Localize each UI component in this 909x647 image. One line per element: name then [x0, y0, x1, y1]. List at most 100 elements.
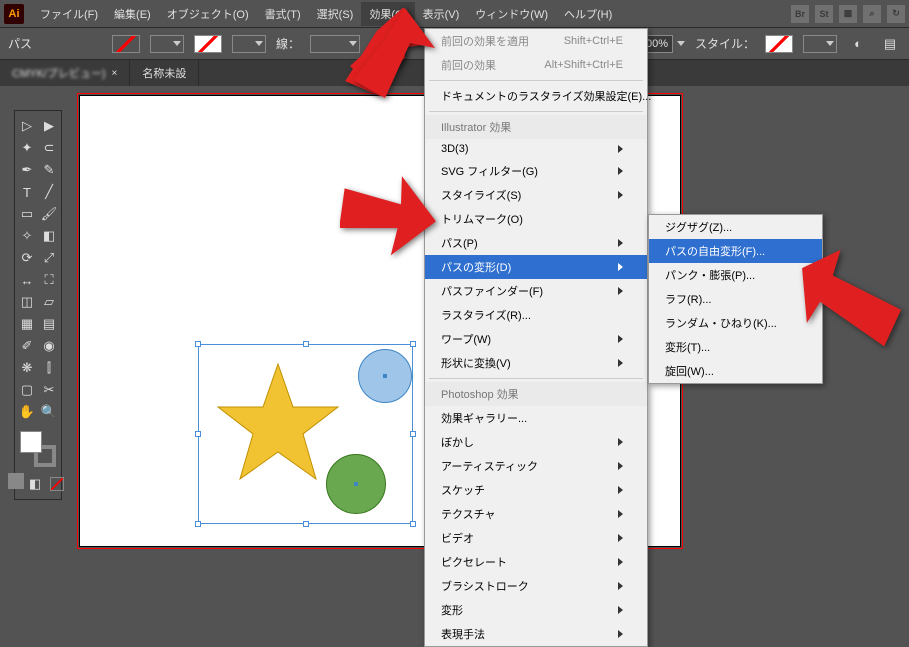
opacity-dropdown-icon[interactable]	[677, 41, 685, 46]
stock-icon[interactable]: St	[815, 5, 833, 23]
menu-distort-transform[interactable]: パスの変形(D)	[425, 255, 647, 279]
free-transform-tool-icon[interactable]: ⛶	[38, 269, 60, 291]
menu-stylize[interactable]: スタイライズ(S)	[425, 183, 647, 207]
gradient-mode-icon[interactable]: ◧	[24, 473, 46, 495]
handle-nw[interactable]	[195, 341, 201, 347]
menu-window[interactable]: ウィンドウ(W)	[467, 2, 556, 26]
sync-icon[interactable]: ↻	[887, 5, 905, 23]
menu-rasterize[interactable]: ラスタライズ(R)...	[425, 303, 647, 327]
menu-brush-strokes[interactable]: ブラシストローク	[425, 574, 647, 598]
curvature-tool-icon[interactable]: ✎	[38, 159, 60, 181]
star-shape[interactable]	[213, 359, 343, 489]
handle-sw[interactable]	[195, 521, 201, 527]
fill-swatch[interactable]	[112, 35, 140, 53]
lasso-tool-icon[interactable]: ⊂	[38, 137, 60, 159]
menu-stylize-ps[interactable]: 表現手法	[425, 622, 647, 646]
menu-pixelate[interactable]: ピクセレート	[425, 550, 647, 574]
green-circle-shape[interactable]	[326, 454, 386, 514]
fill-dropdown[interactable]	[150, 35, 184, 53]
bridge-icon[interactable]: Br	[791, 5, 809, 23]
scale-tool-icon[interactable]: ⤢	[38, 247, 60, 269]
menu-sketch[interactable]: スケッチ	[425, 478, 647, 502]
menu-texture[interactable]: テクスチャ	[425, 502, 647, 526]
stroke-swatch[interactable]	[194, 35, 222, 53]
shape-builder-tool-icon[interactable]: ◫	[16, 291, 38, 313]
stroke-dropdown[interactable]	[232, 35, 266, 53]
menu-object[interactable]: オブジェクト(O)	[159, 2, 257, 26]
menu-pathfinder[interactable]: パスファインダー(F)	[425, 279, 647, 303]
handle-n[interactable]	[303, 341, 309, 347]
blue-circle-shape[interactable]	[358, 349, 412, 403]
menu-rasterize-settings[interactable]: ドキュメントのラスタライズ効果設定(E)...	[425, 84, 647, 108]
graph-tool-icon[interactable]: ⫿	[38, 357, 60, 379]
annotation-arrow-2	[340, 175, 440, 275]
menu-convert-shape[interactable]: 形状に変換(V)	[425, 351, 647, 375]
zoom-tool-icon[interactable]: 🔍	[38, 401, 60, 423]
style-swatch[interactable]	[765, 35, 793, 53]
stroke-label: 線：	[276, 35, 300, 52]
blend-tool-icon[interactable]: ◉	[38, 335, 60, 357]
handle-e[interactable]	[410, 431, 416, 437]
menu-last-effect[interactable]: 前回の効果Alt+Shift+Ctrl+E	[425, 53, 647, 77]
gradient-tool-icon[interactable]: ▤	[38, 313, 60, 335]
tab-1[interactable]: CMYK/プレビュー) ×	[0, 60, 130, 86]
shaper-tool-icon[interactable]: ✧	[16, 225, 38, 247]
menu-type[interactable]: 書式(T)	[257, 2, 309, 26]
align-icon[interactable]: ▤	[879, 33, 901, 55]
submenu-arrow-icon	[618, 438, 623, 446]
handle-ne[interactable]	[410, 341, 416, 347]
perspective-tool-icon[interactable]: ▱	[38, 291, 60, 313]
direct-selection-tool-icon[interactable]: ▶	[38, 115, 60, 137]
menu-svg-filter[interactable]: SVG フィルター(G)	[425, 159, 647, 183]
fill-color-icon[interactable]	[20, 431, 42, 453]
handle-w[interactable]	[195, 431, 201, 437]
line-tool-icon[interactable]: ╱	[38, 181, 60, 203]
eraser-tool-icon[interactable]: ◧	[38, 225, 60, 247]
hand-tool-icon[interactable]: ✋	[16, 401, 38, 423]
tab-2[interactable]: 名称未設	[130, 60, 199, 86]
submenu-zigzag[interactable]: ジグザグ(Z)...	[649, 215, 822, 239]
handle-se[interactable]	[410, 521, 416, 527]
fill-stroke-control[interactable]	[18, 429, 58, 469]
magic-wand-tool-icon[interactable]: ✦	[16, 137, 38, 159]
menu-distort-ps[interactable]: 変形	[425, 598, 647, 622]
submenu-arrow-icon	[618, 359, 623, 367]
handle-s[interactable]	[303, 521, 309, 527]
menu-video[interactable]: ビデオ	[425, 526, 647, 550]
eyedropper-tool-icon[interactable]: ✐	[16, 335, 38, 357]
submenu-arrow-icon	[618, 510, 623, 518]
menu-path[interactable]: パス(P)	[425, 231, 647, 255]
pen-tool-icon[interactable]: ✒	[16, 159, 38, 181]
submenu-arrow-icon	[618, 630, 623, 638]
type-tool-icon[interactable]: T	[16, 181, 38, 203]
width-tool-icon[interactable]: ↔	[16, 269, 38, 291]
symbol-sprayer-tool-icon[interactable]: ❋	[16, 357, 38, 379]
menu-apply-last[interactable]: 前回の効果を適用Shift+Ctrl+E	[425, 29, 647, 53]
selection-tool-icon[interactable]: ▷	[16, 115, 38, 137]
menu-edit[interactable]: 編集(E)	[106, 2, 159, 26]
none-mode-icon[interactable]	[46, 473, 68, 495]
arrange-icon[interactable]: ▦	[839, 5, 857, 23]
artboard-tool-icon[interactable]: ▢	[16, 379, 38, 401]
menu-blur[interactable]: ぼかし	[425, 430, 647, 454]
submenu-arrow-icon	[618, 486, 623, 494]
search-icon[interactable]: ⌕	[863, 5, 881, 23]
recolor-icon[interactable]: ◐	[847, 33, 869, 55]
selection-bounding-box[interactable]	[198, 344, 413, 524]
menu-help[interactable]: ヘルプ(H)	[556, 2, 620, 26]
menu-crop-marks[interactable]: トリムマーク(O)	[425, 207, 647, 231]
menu-effect-gallery[interactable]: 効果ギャラリー...	[425, 406, 647, 430]
menu-3d[interactable]: 3D(3)	[425, 139, 647, 159]
tab-1-close-icon[interactable]: ×	[112, 68, 118, 79]
mesh-tool-icon[interactable]: ▦	[16, 313, 38, 335]
rotate-tool-icon[interactable]: ⟳	[16, 247, 38, 269]
style-dropdown[interactable]	[803, 35, 837, 53]
brush-tool-icon[interactable]: 🖌	[38, 203, 60, 225]
rectangle-tool-icon[interactable]: ▭	[16, 203, 38, 225]
submenu-arrow-icon	[618, 335, 623, 343]
color-mode-icon[interactable]	[8, 473, 24, 489]
menu-file[interactable]: ファイル(F)	[32, 2, 106, 26]
menu-warp[interactable]: ワープ(W)	[425, 327, 647, 351]
slice-tool-icon[interactable]: ✂	[38, 379, 60, 401]
menu-artistic[interactable]: アーティスティック	[425, 454, 647, 478]
